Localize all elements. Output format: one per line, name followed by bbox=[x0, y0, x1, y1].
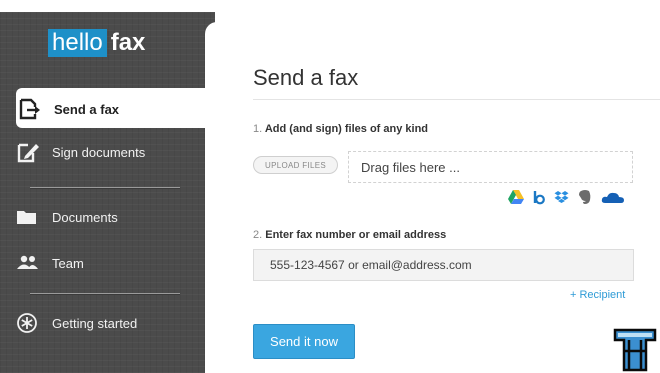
cloud-services bbox=[508, 189, 625, 205]
sidebar: hello fax Send a fax Sign documents Docu… bbox=[0, 12, 220, 373]
evernote-icon[interactable] bbox=[578, 189, 592, 205]
dropbox-icon[interactable] bbox=[554, 190, 569, 204]
fax-number-input[interactable]: 555-123-4567 or email@address.com bbox=[253, 249, 634, 281]
title-divider bbox=[253, 99, 660, 100]
sidebar-item-getting-started[interactable]: Getting started bbox=[16, 312, 137, 334]
step-label: Add (and sign) files of any kind bbox=[264, 123, 429, 135]
step-1-heading: 1. Add (and sign) files of any kind bbox=[253, 123, 428, 135]
main-panel: Send a fax 1. Add (and sign) files of an… bbox=[205, 22, 660, 373]
send-fax-icon bbox=[18, 98, 44, 120]
onedrive-icon[interactable] bbox=[601, 190, 625, 204]
sidebar-item-sign-documents[interactable]: Sign documents bbox=[16, 141, 145, 163]
sidebar-item-label: Send a fax bbox=[54, 101, 120, 117]
add-recipient-link[interactable]: + Recipient bbox=[570, 289, 625, 301]
top-band bbox=[0, 0, 660, 12]
hellofax-logo[interactable]: hello fax bbox=[48, 29, 145, 57]
watermark-logo-icon bbox=[612, 327, 658, 373]
sidebar-divider bbox=[30, 187, 180, 189]
step-number: 1. bbox=[253, 123, 263, 135]
asterisk-circle-icon bbox=[16, 312, 42, 334]
file-dropzone[interactable]: Drag files here ... bbox=[348, 151, 633, 183]
sidebar-item-label: Getting started bbox=[52, 315, 138, 331]
sidebar-item-label: Documents bbox=[52, 209, 118, 225]
logo-hello: hello bbox=[48, 29, 107, 57]
upload-files-button[interactable]: UPLOAD FILES bbox=[253, 156, 338, 174]
box-icon[interactable] bbox=[533, 190, 545, 205]
folder-icon bbox=[16, 206, 42, 228]
step-label: Enter fax number or email address bbox=[265, 229, 447, 241]
page-title: Send a fax bbox=[253, 65, 359, 90]
logo-fax: fax bbox=[110, 29, 146, 56]
sign-pen-icon bbox=[16, 141, 42, 163]
sidebar-item-send-a-fax[interactable]: Send a fax bbox=[16, 88, 220, 128]
sidebar-divider bbox=[30, 293, 180, 295]
sidebar-item-team[interactable]: Team bbox=[16, 252, 84, 274]
team-icon bbox=[16, 252, 42, 274]
sidebar-item-documents[interactable]: Documents bbox=[16, 206, 118, 228]
send-it-now-button[interactable]: Send it now bbox=[253, 324, 355, 359]
sidebar-item-label: Team bbox=[52, 255, 84, 271]
google-drive-icon[interactable] bbox=[508, 190, 524, 204]
step-2-heading: 2. Enter fax number or email address bbox=[253, 229, 446, 241]
sidebar-item-label: Sign documents bbox=[52, 144, 146, 160]
step-number: 2. bbox=[253, 229, 263, 241]
